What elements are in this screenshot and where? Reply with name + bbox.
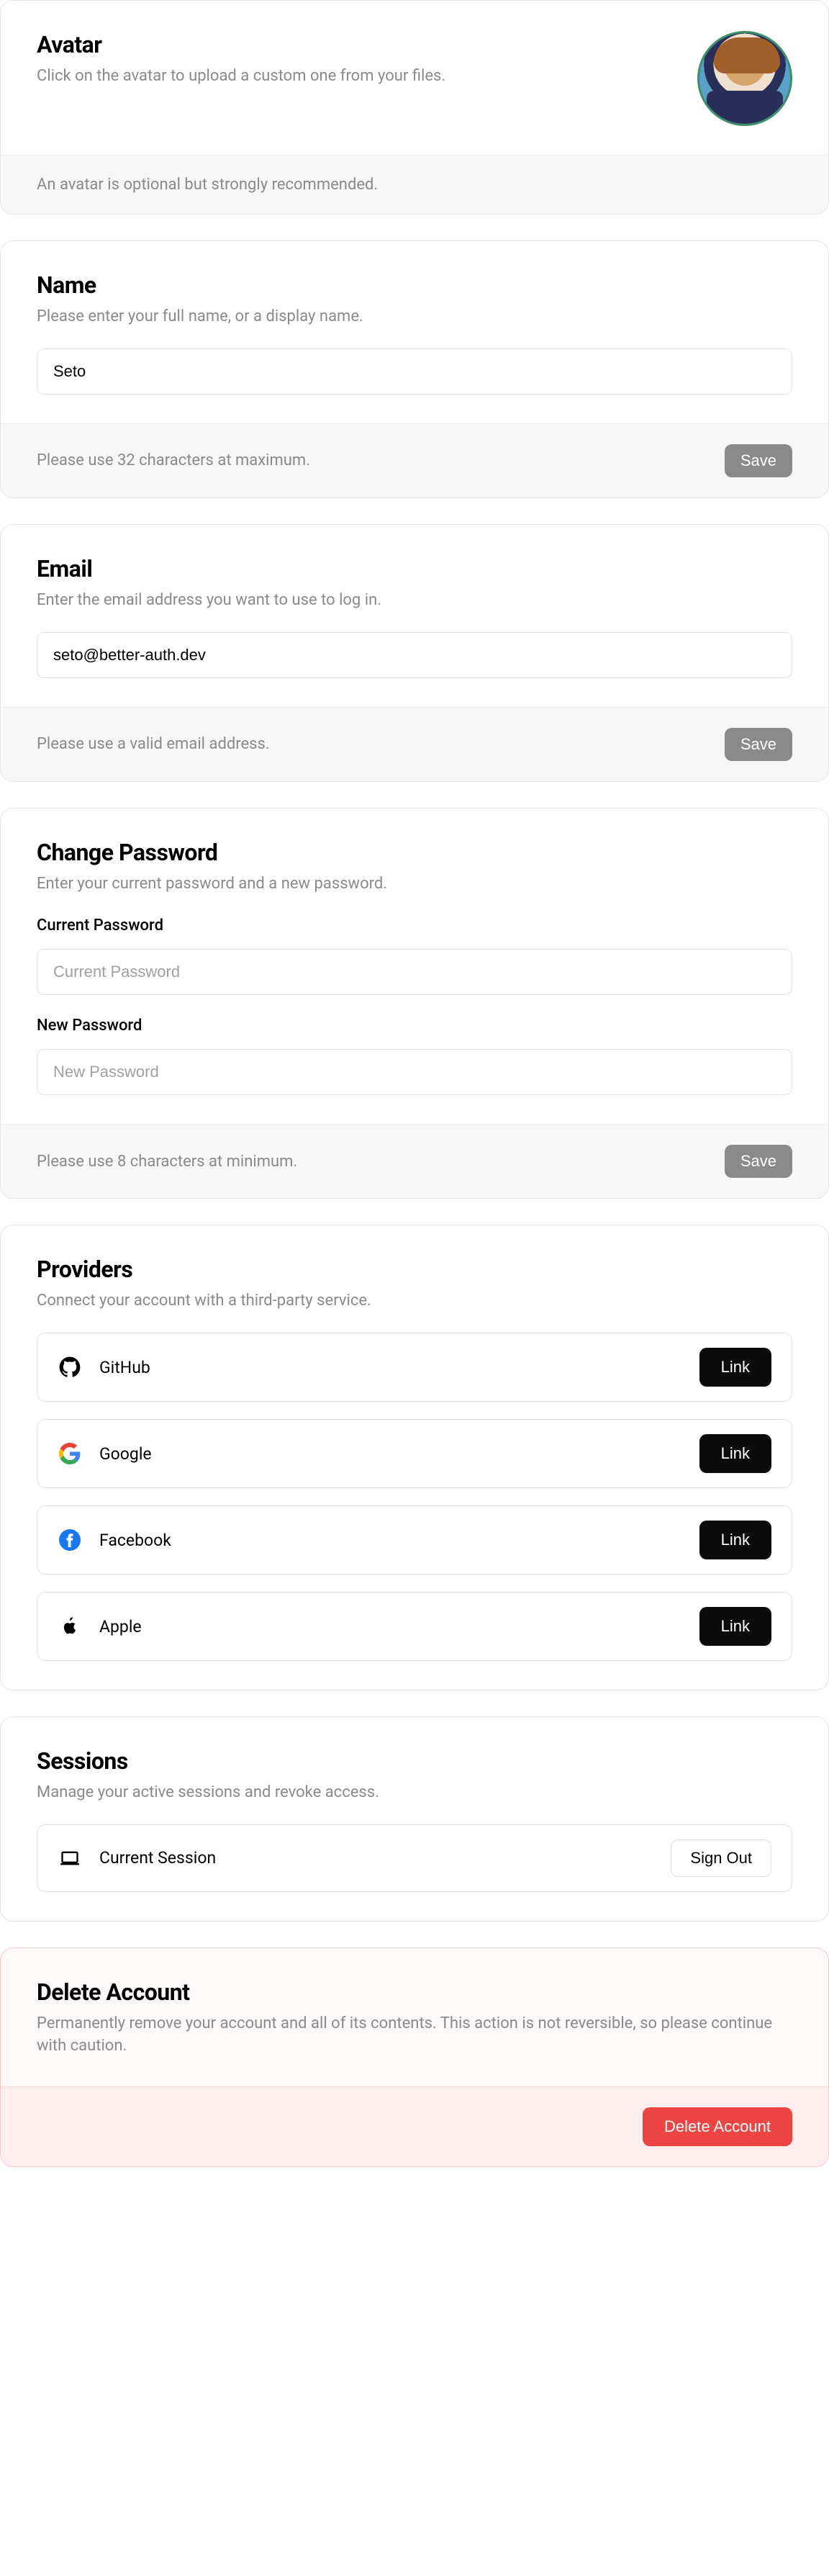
- avatar-title: Avatar: [37, 31, 697, 58]
- name-desc: Please enter your full name, or a displa…: [37, 306, 792, 328]
- new-password-input[interactable]: [37, 1049, 792, 1095]
- delete-account-card: Delete Account Permanently remove your a…: [0, 1947, 829, 2167]
- github-icon: [58, 1355, 82, 1379]
- name-card: Name Please enter your full name, or a d…: [0, 240, 829, 498]
- session-name: Current Session: [99, 1848, 216, 1868]
- providers-card: Providers Connect your account with a th…: [0, 1225, 829, 1690]
- current-password-label: Current Password: [37, 917, 792, 935]
- delete-title: Delete Account: [37, 1978, 792, 2006]
- provider-row-github: GitHub Link: [37, 1333, 792, 1402]
- email-footer-note: Please use a valid email address.: [37, 735, 270, 753]
- apple-icon: [58, 1614, 82, 1639]
- email-card: Email Enter the email address you want t…: [0, 524, 829, 782]
- provider-name: Apple: [99, 1617, 142, 1636]
- provider-row-apple: Apple Link: [37, 1592, 792, 1661]
- avatar-desc: Click on the avatar to upload a custom o…: [37, 66, 697, 88]
- provider-row-google: Google Link: [37, 1419, 792, 1488]
- avatar-card: Avatar Click on the avatar to upload a c…: [0, 0, 829, 215]
- password-save-button[interactable]: Save: [725, 1145, 792, 1178]
- sessions-title: Sessions: [37, 1747, 792, 1775]
- name-footer-note: Please use 32 characters at maximum.: [37, 451, 310, 469]
- new-password-label: New Password: [37, 1017, 792, 1035]
- session-row: Current Session Sign Out: [37, 1824, 792, 1892]
- provider-name: GitHub: [99, 1358, 150, 1377]
- facebook-icon: [58, 1528, 82, 1552]
- name-title: Name: [37, 271, 792, 299]
- current-password-input[interactable]: [37, 949, 792, 995]
- avatar-footer-note: An avatar is optional but strongly recom…: [37, 176, 378, 194]
- password-card: Change Password Enter your current passw…: [0, 808, 829, 1199]
- link-github-button[interactable]: Link: [699, 1348, 771, 1387]
- link-facebook-button[interactable]: Link: [699, 1521, 771, 1559]
- providers-title: Providers: [37, 1256, 792, 1283]
- email-desc: Enter the email address you want to use …: [37, 590, 792, 612]
- email-save-button[interactable]: Save: [725, 728, 792, 761]
- delete-account-button[interactable]: Delete Account: [643, 2107, 792, 2146]
- provider-name: Google: [99, 1444, 152, 1464]
- provider-name: Facebook: [99, 1531, 171, 1550]
- email-title: Email: [37, 555, 792, 582]
- name-save-button[interactable]: Save: [725, 444, 792, 477]
- sessions-card: Sessions Manage your active sessions and…: [0, 1716, 829, 1922]
- email-input[interactable]: [37, 632, 792, 678]
- providers-desc: Connect your account with a third-party …: [37, 1290, 792, 1312]
- name-input[interactable]: [37, 348, 792, 395]
- delete-desc: Permanently remove your account and all …: [37, 2013, 792, 2058]
- provider-row-facebook: Facebook Link: [37, 1505, 792, 1575]
- link-apple-button[interactable]: Link: [699, 1607, 771, 1646]
- link-google-button[interactable]: Link: [699, 1434, 771, 1473]
- laptop-icon: [58, 1846, 82, 1870]
- avatar-image[interactable]: [697, 31, 792, 126]
- sessions-desc: Manage your active sessions and revoke a…: [37, 1782, 792, 1804]
- password-desc: Enter your current password and a new pa…: [37, 873, 792, 896]
- password-footer-note: Please use 8 characters at minimum.: [37, 1153, 297, 1171]
- google-icon: [58, 1441, 82, 1466]
- sign-out-button[interactable]: Sign Out: [671, 1839, 771, 1877]
- password-title: Change Password: [37, 839, 792, 866]
